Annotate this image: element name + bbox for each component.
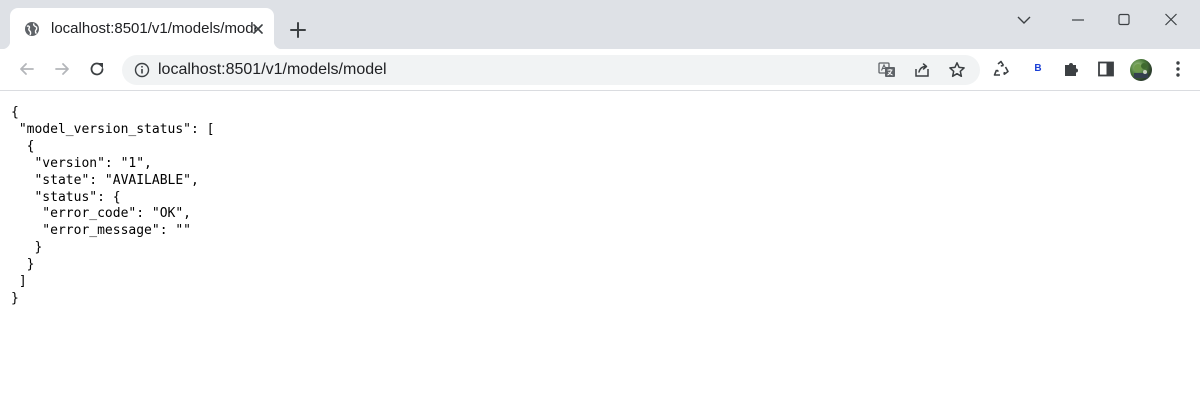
kebab-menu-icon[interactable] bbox=[1168, 59, 1188, 79]
recycle-icon[interactable] bbox=[991, 59, 1011, 79]
window-close-icon[interactable] bbox=[1161, 10, 1181, 30]
address-bar[interactable]: localhost:8501/v1/models/model bbox=[122, 55, 980, 85]
maximize-icon[interactable] bbox=[1114, 10, 1134, 30]
b-extension-icon[interactable]: B bbox=[1030, 61, 1046, 77]
globe-icon bbox=[24, 21, 40, 37]
plus-icon[interactable] bbox=[288, 20, 308, 40]
tab-title: localhost:8501/v1/models/model bbox=[51, 20, 256, 37]
share-icon[interactable] bbox=[913, 61, 931, 79]
star-icon[interactable] bbox=[948, 61, 966, 79]
chevron-down-icon[interactable] bbox=[1014, 10, 1034, 30]
arrow-left-icon[interactable] bbox=[17, 59, 37, 79]
browser-toolbar: localhost:8501/v1/models/model B bbox=[0, 49, 1200, 91]
side-panel-icon[interactable] bbox=[1096, 59, 1116, 79]
page-content: { "model_version_status": [ { "version":… bbox=[0, 91, 1200, 407]
browser-tab-active[interactable]: localhost:8501/v1/models/model bbox=[2, 8, 282, 49]
close-icon[interactable] bbox=[250, 21, 266, 37]
json-response-text: { "model_version_status": [ { "version":… bbox=[11, 105, 215, 306]
profile-avatar[interactable] bbox=[1130, 59, 1152, 81]
minimize-icon[interactable] bbox=[1068, 10, 1088, 30]
tab-strip: localhost:8501/v1/models/model bbox=[0, 0, 1200, 49]
info-icon[interactable] bbox=[134, 62, 150, 78]
arrow-right-icon[interactable] bbox=[52, 59, 72, 79]
url-text[interactable]: localhost:8501/v1/models/model bbox=[158, 61, 387, 79]
reload-icon[interactable] bbox=[87, 59, 107, 79]
translate-icon[interactable] bbox=[878, 61, 896, 79]
puzzle-icon[interactable] bbox=[1062, 59, 1082, 79]
